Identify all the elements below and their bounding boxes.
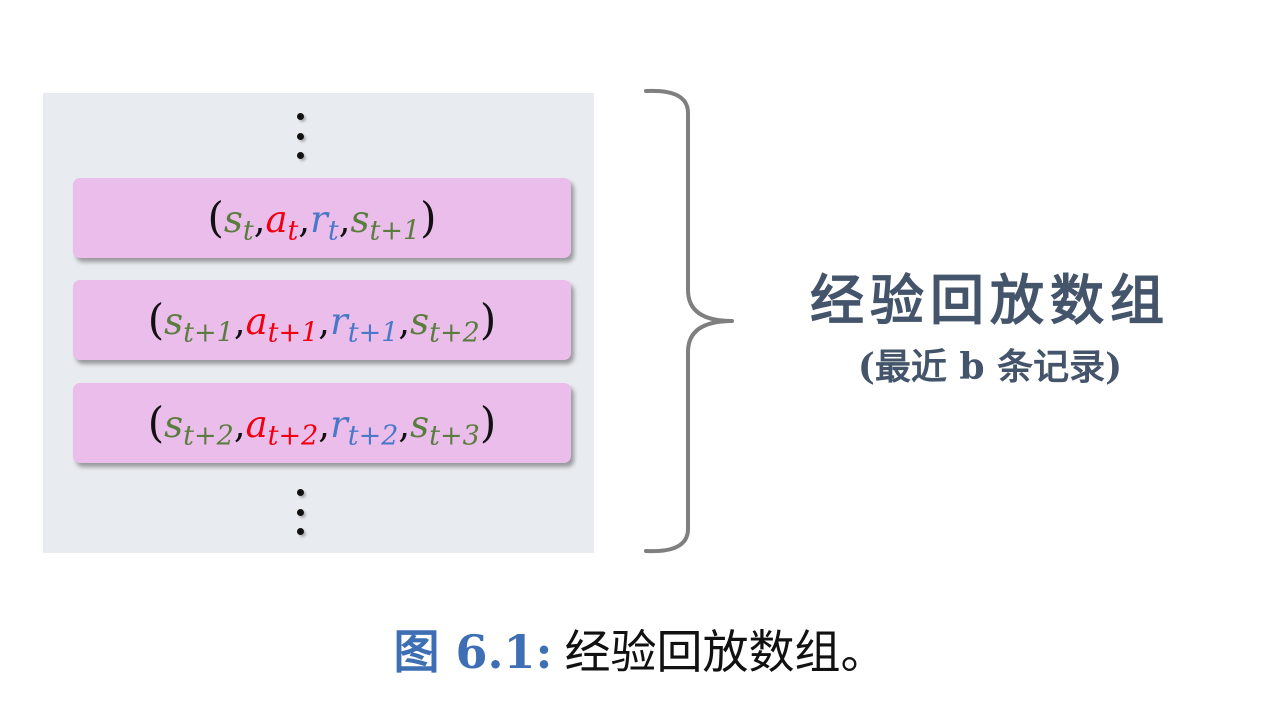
next-state-subscript: t+2 (429, 317, 480, 349)
action-subscript: t (287, 215, 299, 247)
transition-tuple: (st+2,at+2,rt+2,st+3) (148, 402, 496, 450)
comma: , (398, 403, 411, 446)
close-paren: ) (479, 295, 497, 344)
transition-record: (st+2,at+2,rt+2,st+3) (73, 383, 571, 463)
comma: , (318, 403, 331, 446)
transition-tuple: (st,at,rt,st+1) (207, 197, 436, 245)
reward: r (330, 300, 348, 343)
state-subscript: t+1 (183, 317, 234, 349)
state: s (164, 403, 184, 446)
next-state-subscript: t+1 (369, 215, 421, 247)
close-paren: ) (420, 193, 437, 242)
ellipsis-dot (296, 489, 304, 496)
close-paren: ) (479, 398, 497, 447)
action-subscript: t+2 (267, 420, 319, 452)
right-brace (644, 88, 734, 554)
ellipsis-dot (296, 528, 304, 535)
comma: , (253, 198, 266, 241)
ellipsis-dot (296, 132, 304, 140)
next-state: s (410, 403, 430, 446)
open-paren: ( (147, 295, 165, 344)
action: a (265, 198, 288, 241)
ellipsis-dot (296, 113, 304, 120)
next-state-subscript: t+3 (429, 420, 480, 452)
ellipsis-bottom (296, 489, 304, 535)
comma: , (318, 300, 331, 343)
ellipsis-dot (296, 152, 304, 159)
reward-subscript: t+2 (347, 420, 399, 452)
state: s (223, 198, 243, 241)
ellipsis-top (296, 113, 304, 159)
transition-record: (st+1,at+1,rt+1,st+2) (73, 280, 571, 360)
ellipsis-dot (296, 508, 304, 516)
action: a (245, 300, 268, 343)
buffer-title: 经验回放数组 (810, 268, 1170, 332)
open-paren: ( (207, 193, 224, 242)
figure-caption-text: 经验回放数组。 (564, 625, 887, 679)
reward: r (310, 198, 328, 241)
state-subscript: t+2 (183, 420, 234, 452)
comma: , (233, 300, 246, 343)
reward: r (330, 403, 348, 446)
action: a (245, 403, 268, 446)
state: s (164, 300, 184, 343)
next-state: s (350, 198, 370, 241)
action-subscript: t+1 (267, 317, 319, 349)
open-paren: ( (147, 398, 165, 447)
buffer-subtitle: (最近 b 条记录) (857, 346, 1123, 388)
reward-subscript: t (327, 215, 339, 247)
comma: , (233, 403, 246, 446)
next-state: s (410, 300, 430, 343)
state-subscript: t (242, 215, 254, 247)
transition-tuple: (st+1,at+1,rt+1,st+2) (148, 299, 496, 347)
comma: , (398, 300, 411, 343)
figure-number: 图 6.1: (393, 625, 553, 679)
figure-caption: 图 6.1: 经验回放数组。 (0, 616, 1280, 682)
reward-subscript: t+1 (347, 317, 399, 349)
transition-record: (st,at,rt,st+1) (73, 178, 571, 258)
comma: , (338, 198, 351, 241)
comma: , (298, 198, 311, 241)
